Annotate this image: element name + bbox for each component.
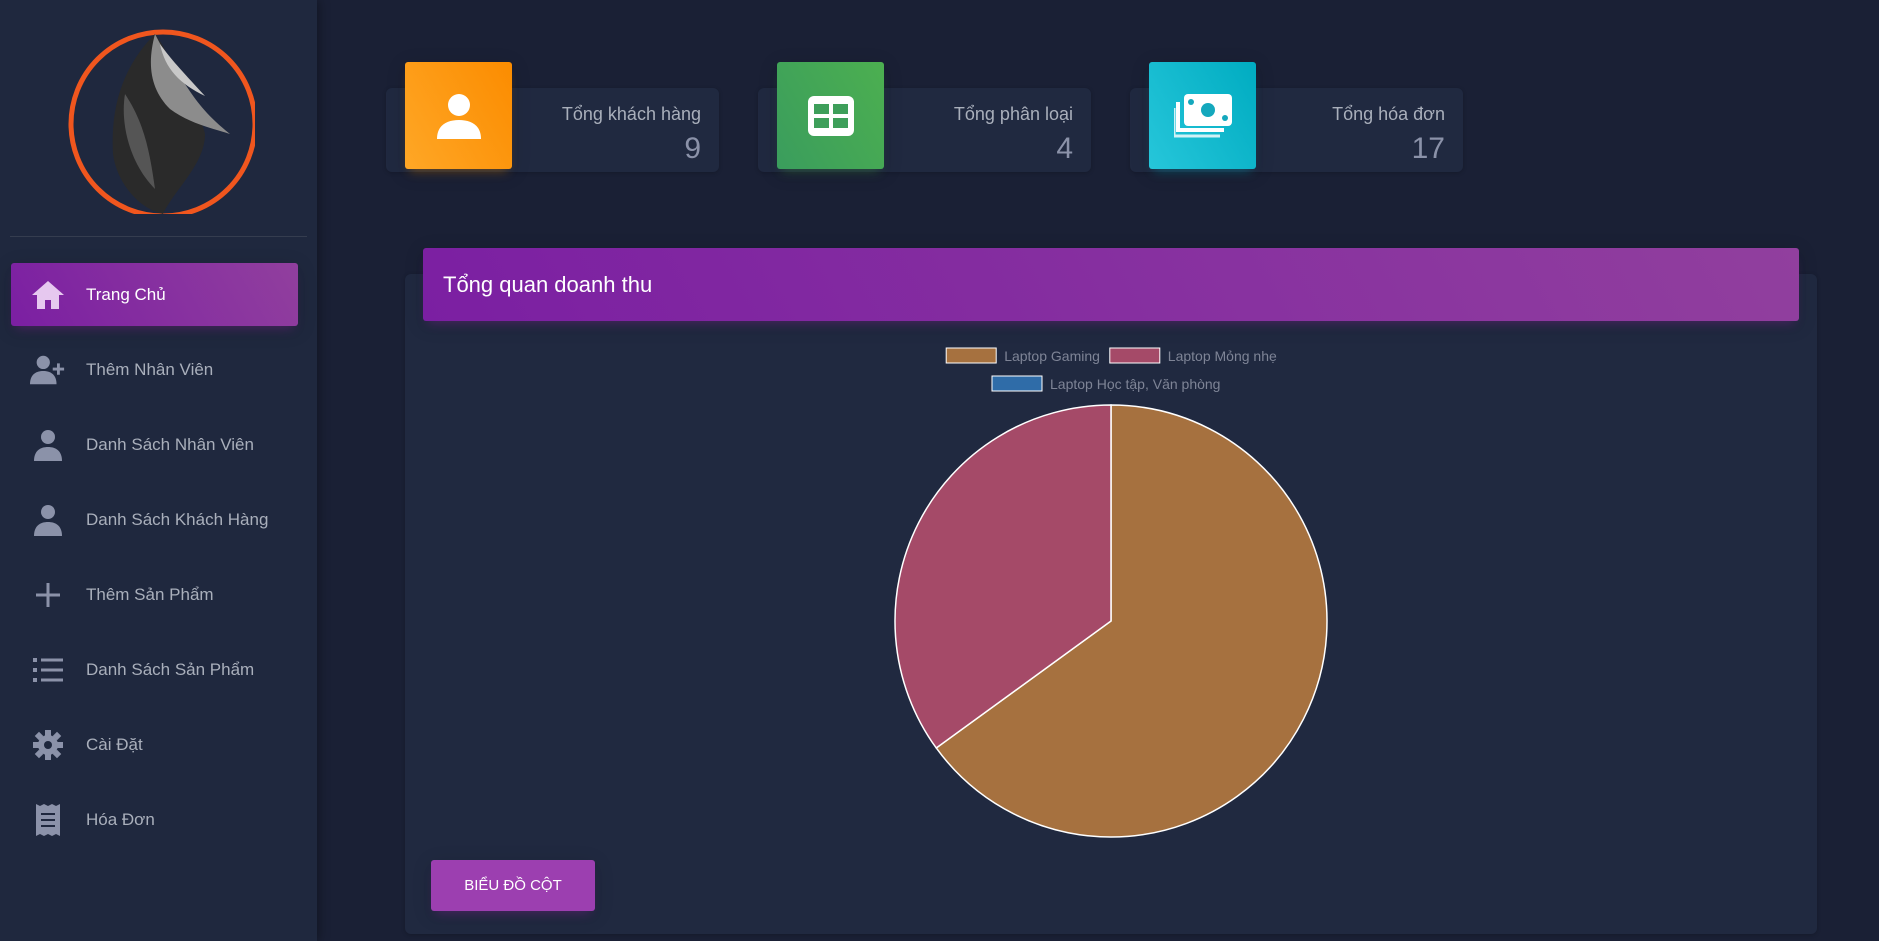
legend-swatch[interactable] (1109, 347, 1161, 364)
sidebar-item-label: Danh Sách Sản Phẩm (86, 659, 255, 679)
sidebar-item-home[interactable]: Trang Chủ (11, 263, 298, 326)
sidebar-item-label: Cài Đặt (86, 734, 143, 754)
sidebar-item-settings[interactable]: Cài Đặt (11, 713, 298, 776)
user-plus-icon (30, 352, 66, 388)
stat-value: 17 (1411, 132, 1445, 165)
stat-title: Tổng hóa đơn (1332, 104, 1445, 124)
logo[interactable] (10, 0, 307, 237)
user-icon (30, 427, 66, 463)
stat-card-categories: Tổng phân loại 4 (758, 62, 1091, 172)
stat-card-customers: Tổng khách hàng 9 (386, 62, 719, 172)
sidebar-item-label: Hóa Đơn (86, 809, 155, 829)
receipt-icon (30, 802, 66, 838)
stat-icon-box (405, 62, 512, 169)
stat-card-invoices: Tổng hóa đơn 17 (1130, 62, 1463, 172)
sidebar-item-employee-list[interactable]: Danh Sách Nhân Viên (11, 413, 298, 476)
pie-chart[interactable]: Laptop Gaming Laptop Mỏng nhẹ Laptop Học t… (405, 274, 1817, 854)
legend-swatch[interactable] (945, 347, 997, 364)
sidebar-item-label: Thêm Nhân Viên (86, 359, 214, 379)
legend-label[interactable]: Laptop Mỏng nhẹ (1168, 348, 1277, 364)
user-icon (30, 502, 66, 538)
stat-icon-box (1149, 62, 1256, 169)
legend-label[interactable]: Laptop Gaming (1004, 348, 1100, 364)
sidebar-item-add-employee[interactable]: Thêm Nhân Viên (11, 338, 298, 401)
stat-title: Tổng phân loại (953, 104, 1073, 124)
sidebar-item-product-list[interactable]: Danh Sách Sản Phẩm (11, 638, 298, 701)
plus-icon (30, 577, 66, 613)
sidebar-nav: Trang Chủ Thêm Nhân Viên Danh Sách Nhân … (11, 263, 298, 863)
bar-chart-button[interactable]: BIỂU ĐỒ CỘT (431, 860, 595, 911)
gear-icon (30, 727, 66, 763)
sidebar-item-label: Danh Sách Khách Hàng (86, 509, 269, 529)
wolf-logo-icon (68, 29, 255, 214)
sidebar-item-invoice[interactable]: Hóa Đơn (11, 788, 298, 851)
revenue-card: Tổng quan doanh thu Laptop Gaming Laptop … (405, 248, 1817, 934)
person-icon (436, 93, 481, 139)
legend-swatch[interactable] (991, 375, 1043, 392)
sidebar-item-label: Thêm Sản Phẩm (86, 584, 214, 604)
money-icon (1173, 93, 1232, 137)
sidebar-item-label: Trang Chủ (86, 284, 166, 304)
list-icon (30, 652, 66, 688)
stat-value: 9 (684, 132, 701, 165)
stat-title: Tổng khách hàng (561, 104, 701, 124)
stat-icon-box (777, 62, 884, 169)
home-icon (30, 277, 66, 313)
sidebar: Trang Chủ Thêm Nhân Viên Danh Sách Nhân … (0, 0, 317, 941)
stat-value: 4 (1056, 132, 1073, 165)
sidebar-item-add-product[interactable]: Thêm Sản Phẩm (11, 563, 298, 626)
legend-label[interactable]: Laptop Học tập, Văn phòng (1050, 376, 1220, 392)
sidebar-item-customer-list[interactable]: Danh Sách Khách Hàng (11, 488, 298, 551)
grid-icon (807, 95, 854, 136)
sidebar-item-label: Danh Sách Nhân Viên (86, 434, 254, 454)
